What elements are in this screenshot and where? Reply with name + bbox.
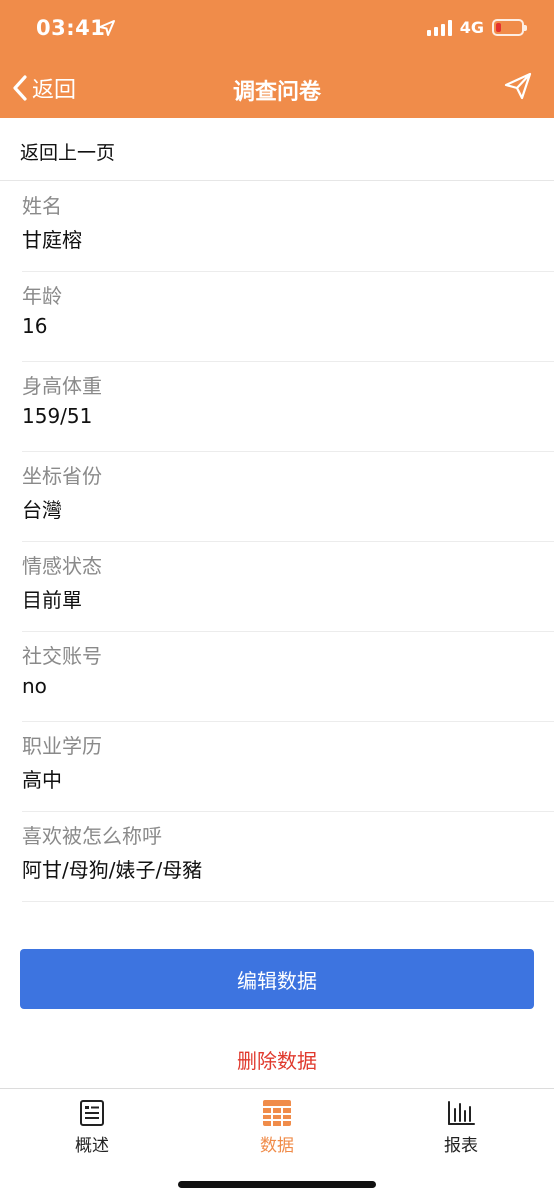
field-label: 社交账号	[22, 644, 102, 668]
field-list[interactable]: 姓名 甘庭榕 年龄 16 身高体重 159/51 坐标省份 台灣 情感状态 目前…	[0, 182, 554, 916]
field-value: 159/51	[22, 404, 93, 428]
field-value: 阿甘/母狗/婊子/母豬	[22, 858, 203, 882]
battery-icon	[492, 19, 527, 36]
tab-label: 数据	[260, 1136, 294, 1156]
field-row: 姓名 甘庭榕	[22, 182, 554, 272]
status-time: 03:41	[36, 16, 106, 40]
home-indicator	[178, 1181, 376, 1188]
field-row: 职业学历 高中	[22, 722, 554, 812]
tab-data[interactable]: 数据	[217, 1099, 337, 1156]
edit-data-button[interactable]: 编辑数据	[20, 949, 534, 1009]
send-button[interactable]	[504, 72, 532, 104]
field-label: 职业学历	[22, 734, 102, 758]
field-label: 年龄	[22, 284, 62, 308]
field-row: 年龄 16	[22, 272, 554, 362]
tab-overview[interactable]: 概述	[32, 1099, 152, 1156]
field-row: 情感状态 目前單	[22, 542, 554, 632]
document-icon	[80, 1100, 104, 1126]
field-label: 姓名	[22, 194, 62, 218]
paper-plane-icon	[504, 72, 532, 100]
field-row: 喜欢被怎么称呼 阿甘/母狗/婊子/母豬	[22, 812, 554, 902]
grid-icon	[263, 1100, 291, 1126]
signal-icon	[426, 19, 452, 36]
field-value: 16	[22, 314, 48, 338]
field-value: 台灣	[22, 498, 62, 522]
delete-data-button[interactable]: 删除数据	[0, 1045, 554, 1074]
field-row: 坐标省份 台灣	[22, 452, 554, 542]
field-label: 身高体重	[22, 374, 102, 398]
page-title: 调查问卷	[232, 80, 321, 105]
prev-page-link[interactable]: 返回上一页	[20, 138, 115, 165]
tab-label: 概述	[75, 1136, 109, 1156]
field-label: 情感状态	[22, 554, 102, 578]
bar-chart-icon	[448, 1101, 475, 1125]
field-row: 社交账号 no	[22, 632, 554, 722]
field-value: 目前單	[22, 588, 82, 612]
field-value: 甘庭榕	[22, 228, 82, 252]
location-arrow-icon	[99, 20, 115, 36]
field-label: 坐标省份	[22, 464, 102, 488]
top-bar: 03:41 4G 返回 调查问卷	[0, 0, 554, 118]
tab-label: 报表	[444, 1136, 478, 1156]
field-label: 喜欢被怎么称呼	[22, 824, 162, 848]
field-value: no	[22, 674, 47, 698]
field-row: 身高体重 159/51	[22, 362, 554, 452]
network-type: 4G	[459, 18, 484, 37]
status-indicators: 4G	[426, 18, 527, 37]
tab-reports[interactable]: 报表	[401, 1099, 521, 1156]
prev-page-row[interactable]: 返回上一页	[0, 118, 554, 181]
field-value: 高中	[22, 768, 62, 792]
